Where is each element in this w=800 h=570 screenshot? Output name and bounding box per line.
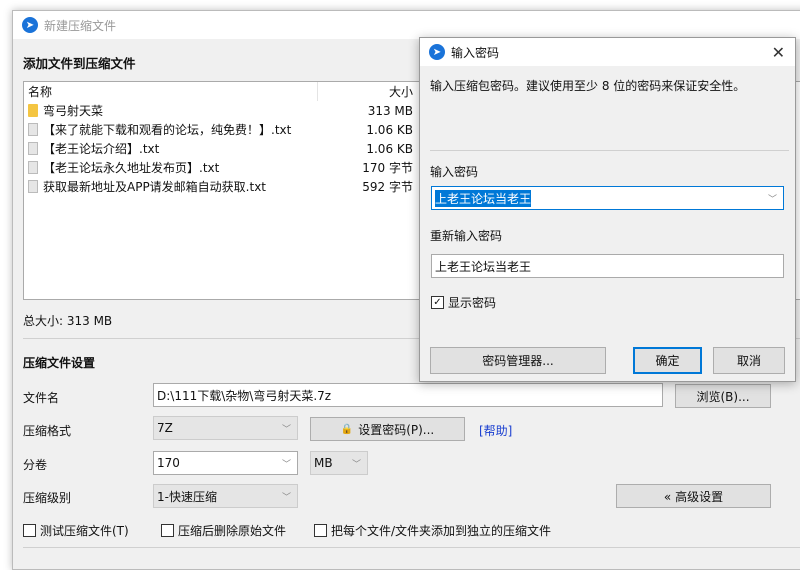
folder-icon <box>28 104 38 117</box>
filename-input[interactable]: D:\111下载\杂物\弯弓射天菜.7z <box>153 383 663 407</box>
checkbox-label: 测试压缩文件(T) <box>40 524 129 538</box>
delete-after-checkbox[interactable]: 压缩后删除原始文件 <box>161 522 286 539</box>
reenter-password-input[interactable]: 上老王论坛当老王 <box>431 254 784 278</box>
show-password-checkbox[interactable]: ✓ 显示密码 <box>431 294 496 311</box>
app-icon: ➤ <box>22 17 38 33</box>
column-name[interactable]: 名称 <box>28 82 318 101</box>
chevron-down-icon: ﹀ <box>281 424 291 435</box>
title-bar: ➤ 新建压缩文件 <box>13 11 800 39</box>
file-name-text: 弯弓射天菜 <box>43 104 104 118</box>
file-name-text: 【老王论坛永久地址发布页】.txt <box>43 161 220 175</box>
chevron-down-icon[interactable]: ﹀ <box>768 192 780 205</box>
set-password-button[interactable]: 🔒 设置密码(P)... <box>310 417 465 441</box>
test-archive-checkbox[interactable]: 测试压缩文件(T) <box>23 522 129 539</box>
split-unit-value: MB <box>314 456 333 470</box>
split-label: 分卷 <box>23 458 48 472</box>
filename-label: 文件名 <box>23 391 60 405</box>
level-value: 1-快速压缩 <box>157 489 217 504</box>
level-label: 压缩级别 <box>23 491 72 505</box>
format-select[interactable]: 7Z ﹀ <box>153 416 298 440</box>
file-size: 1.06 KB <box>366 141 413 156</box>
file-name: 【老王论坛永久地址发布页】.txt <box>28 159 328 176</box>
file-size: 170 字节 <box>362 161 413 175</box>
password-dialog: ➤ 输入密码 ✕ 输入压缩包密码。建议使用至少 8 位的密码来保证安全性。 输入… <box>419 37 796 382</box>
ok-button[interactable]: 确定 <box>633 347 702 374</box>
split-value: 170 <box>157 456 180 470</box>
level-select[interactable]: 1-快速压缩 ﹀ <box>153 484 298 508</box>
checkbox-label: 显示密码 <box>448 296 497 310</box>
settings-heading: 压缩文件设置 <box>23 356 96 370</box>
file-name-text: 【老王论坛介绍】.txt <box>43 142 160 156</box>
file-name-text: 【来了就能下载和观看的论坛，纯免费！】.txt <box>43 123 292 137</box>
separate-archives-checkbox[interactable]: 把每个文件/文件夹添加到独立的压缩文件 <box>314 522 551 539</box>
window-title: 新建压缩文件 <box>44 18 117 33</box>
filename-value: D:\111下载\杂物\弯弓射天菜.7z <box>157 388 332 403</box>
checkbox-box[interactable] <box>161 524 174 537</box>
format-label: 压缩格式 <box>23 424 72 438</box>
cancel-button[interactable]: 取消 <box>713 347 785 374</box>
password-label: 输入密码 <box>430 165 479 179</box>
file-name: 【老王论坛介绍】.txt <box>28 140 328 157</box>
chevron-down-icon: ﹀ <box>281 459 291 470</box>
file-icon <box>28 161 38 174</box>
help-link[interactable]: [帮助] <box>479 422 512 439</box>
checkmark-icon[interactable]: ✓ <box>431 296 444 309</box>
file-icon <box>28 123 38 136</box>
browse-button[interactable]: 浏览(B)... <box>675 384 771 408</box>
file-size: 1.06 KB <box>366 122 413 137</box>
password-combo[interactable]: 上老王论坛当老王 ﹀ <box>431 186 784 210</box>
password-manager-button[interactable]: 密码管理器... <box>430 347 606 374</box>
total-size: 总大小: 313 MB <box>23 314 113 328</box>
file-icon <box>28 180 38 193</box>
reenter-value: 上老王论坛当老王 <box>435 259 532 274</box>
section-heading: 添加文件到压缩文件 <box>23 56 136 71</box>
reenter-label: 重新输入密码 <box>430 229 503 243</box>
advanced-settings-button[interactable]: « 高级设置 <box>616 484 771 508</box>
file-name-text: 获取最新地址及APP请发邮箱自动获取.txt <box>43 180 267 194</box>
close-icon[interactable]: ✕ <box>772 43 785 62</box>
format-value: 7Z <box>157 421 173 435</box>
chevron-down-icon: ﹀ <box>281 492 291 503</box>
split-size-combo[interactable]: 170 ﹀ <box>153 451 298 475</box>
file-name: 【来了就能下载和观看的论坛，纯免费！】.txt <box>28 121 328 138</box>
divider <box>23 547 800 548</box>
checkbox-label: 压缩后删除原始文件 <box>178 524 287 538</box>
column-size[interactable]: 大小 <box>318 83 413 100</box>
dialog-title: 输入密码 <box>451 45 500 60</box>
checkbox-box[interactable] <box>314 524 327 537</box>
file-name: 获取最新地址及APP请发邮箱自动获取.txt <box>28 178 328 195</box>
password-hint: 输入压缩包密码。建议使用至少 8 位的密码来保证安全性。 <box>430 79 746 93</box>
password-value: 上老王论坛当老王 <box>435 189 532 207</box>
split-unit-select[interactable]: MB ﹀ <box>310 451 368 475</box>
file-name: 弯弓射天菜 <box>28 102 328 119</box>
file-icon <box>28 142 38 155</box>
set-password-label: 设置密码(P)... <box>358 422 435 437</box>
file-size: 592 字节 <box>362 180 413 194</box>
file-size: 313 MB <box>367 103 413 118</box>
checkbox-label: 把每个文件/文件夹添加到独立的压缩文件 <box>331 524 552 538</box>
chevron-down-icon: ﹀ <box>351 459 361 470</box>
divider <box>430 150 789 151</box>
checkbox-box[interactable] <box>23 524 36 537</box>
title-bar: ➤ 输入密码 ✕ <box>420 38 795 66</box>
app-icon: ➤ <box>429 44 445 60</box>
lock-icon: 🔒 <box>340 423 354 435</box>
